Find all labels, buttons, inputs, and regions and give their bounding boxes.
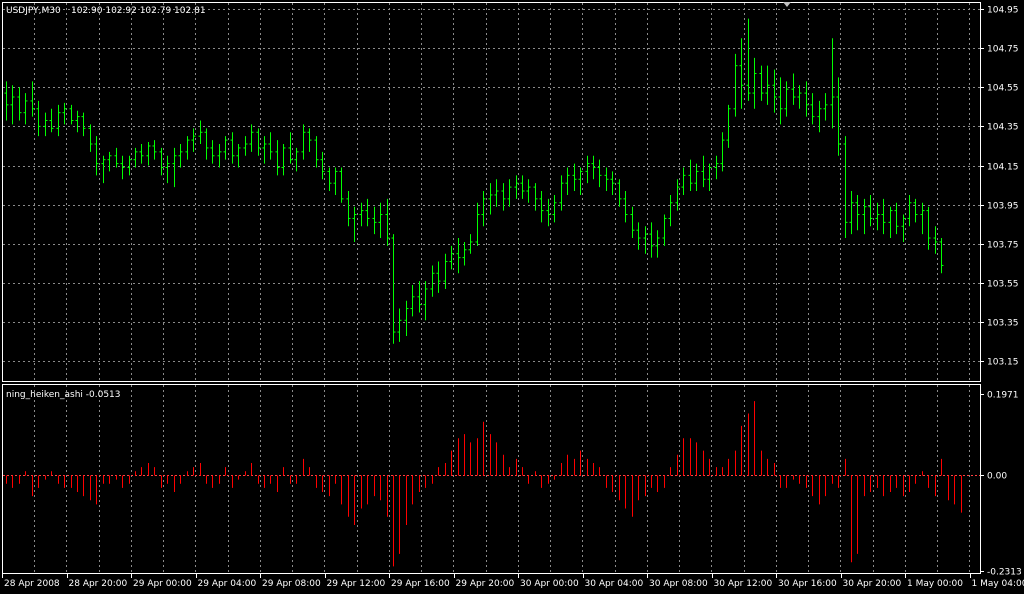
time-tick-label: 30 Apr 04:00 (585, 579, 644, 589)
time-tick-label: 1 May 04:00 (972, 579, 1024, 589)
price-tick-label: 104.35 (987, 123, 1019, 133)
time-tick-label: 29 Apr 20:00 (456, 579, 515, 589)
price-tick-label: 103.75 (987, 241, 1019, 251)
indicator-tick-label: -0.2313 (987, 568, 1022, 578)
price-tick-label: 103.15 (987, 358, 1019, 368)
ohlc-label: 102.90 102.92 102.79 102.81 (71, 6, 206, 16)
time-tick-label: 30 Apr 16:00 (778, 579, 837, 589)
symbol-label: USDJPY,M30 (6, 6, 61, 16)
price-tick-label: 103.35 (987, 319, 1019, 329)
price-tick-label: 104.75 (987, 45, 1019, 55)
time-tick-label: 1 May 00:00 (907, 579, 963, 589)
time-tick-label: 30 Apr 20:00 (843, 579, 902, 589)
price-tick-label: 103.95 (987, 202, 1019, 212)
price-tick-label: 103.55 (987, 280, 1019, 290)
time-tick-label: 29 Apr 12:00 (327, 579, 386, 589)
indicator-title: ning_heiken_ashi -0.0513 (6, 390, 121, 400)
chart-background (0, 0, 1024, 594)
time-tick-label: 30 Apr 12:00 (714, 579, 773, 589)
time-tick-label: 29 Apr 16:00 (391, 579, 450, 589)
price-tick-label: 104.55 (987, 84, 1019, 94)
time-tick-label: 28 Apr 2008 (4, 579, 60, 589)
time-tick-label: 30 Apr 00:00 (520, 579, 579, 589)
time-tick-label: 28 Apr 20:00 (69, 579, 128, 589)
time-tick-label: 29 Apr 00:00 (133, 579, 192, 589)
chart-canvas[interactable]: 104.95 104.75 104.55 104.35 104.15 103.95 103.… (0, 0, 1024, 594)
time-tick-label: 29 Apr 08:00 (262, 579, 321, 589)
indicator-tick-label: 0.00 (987, 472, 1007, 482)
indicator-tick-label: 0.1971 (987, 391, 1019, 401)
price-tick-label: 104.15 (987, 163, 1019, 173)
price-tick-label: 104.95 (987, 6, 1019, 16)
time-tick-label: 29 Apr 04:00 (198, 579, 257, 589)
time-tick-label: 30 Apr 08:00 (649, 579, 708, 589)
